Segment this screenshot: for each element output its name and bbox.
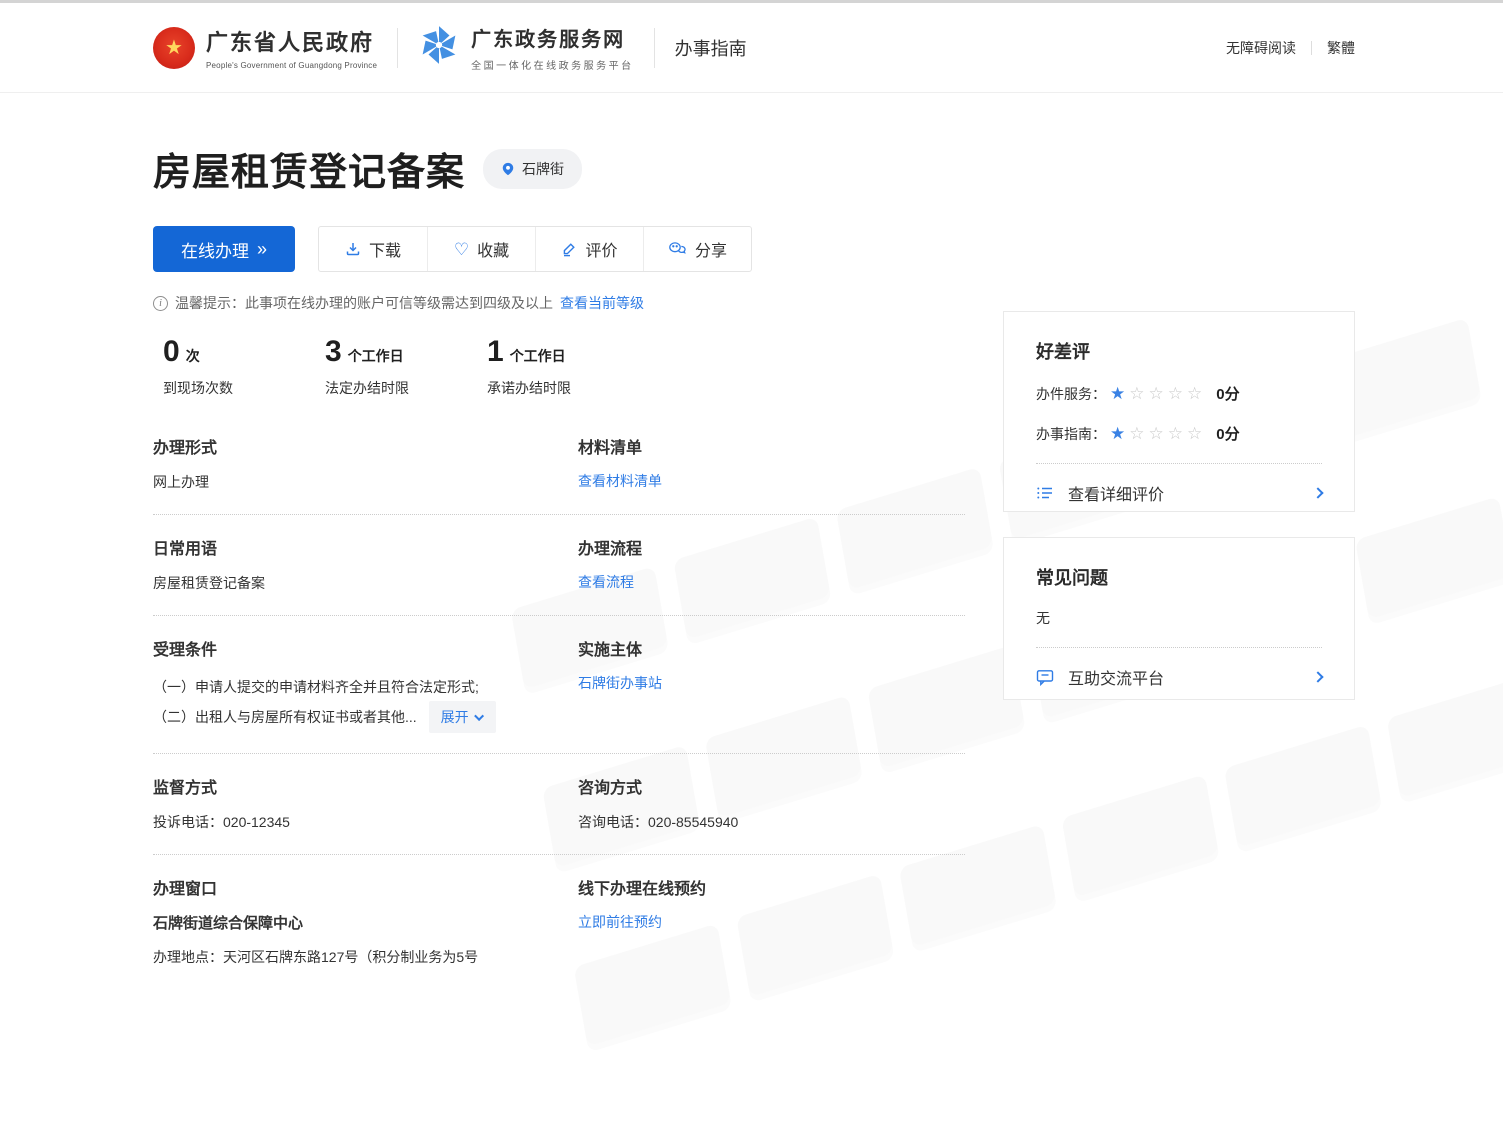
guide-rating-row: 办事指南： ★☆☆☆☆ 0分 [1036, 423, 1322, 444]
service-rating-row: 办件服务： ★☆☆☆☆ 0分 [1036, 383, 1322, 404]
star-icon[interactable]: ☆ [1129, 384, 1148, 403]
common-term-cell: 日常用语 房屋租赁登记备案 [153, 535, 578, 595]
header-divider [397, 28, 398, 68]
stat-promised-limit: 1 个工作日 承诺办结时限 [487, 335, 597, 398]
list-icon [1036, 485, 1054, 501]
view-current-level-link[interactable]: 查看当前等级 [560, 293, 644, 313]
sidebar: 好差评 办件服务： ★☆☆☆☆ 0分 办事指南： ★☆☆☆☆ 0分 查看详细评价 [1003, 311, 1355, 700]
heart-icon: ♡ [454, 241, 469, 258]
implementing-body-link[interactable]: 石牌街办事站 [578, 673, 662, 693]
implementing-body-cell: 实施主体 石牌街办事站 [578, 636, 965, 733]
traditional-chinese-link[interactable]: 繁體 [1327, 38, 1355, 58]
pinwheel-logo-icon [418, 24, 460, 71]
faq-card-title: 常见问题 [1036, 564, 1322, 590]
offline-reservation-cell: 线下办理在线预约 立即前往预约 [578, 875, 965, 969]
faq-text: 无 [1036, 608, 1322, 628]
portal-logo[interactable]: 广东政务服务网 全国一体化在线政务服务平台 [418, 23, 634, 72]
supervision-cell: 监督方式 投诉电话：020-12345 [153, 774, 578, 834]
share-button[interactable]: 分享 [643, 227, 751, 271]
chevron-right-icon [1312, 487, 1323, 498]
info-row: 办理窗口 石牌街道综合保障中心 办理地点：天河区石牌东路127号（积分制业务为5… [153, 855, 965, 989]
download-button[interactable]: 下载 [319, 227, 427, 271]
star-icon[interactable]: ★ [1110, 424, 1129, 443]
location-pin-icon [501, 161, 515, 177]
rating-score: 0分 [1216, 383, 1239, 404]
star-icon[interactable]: ☆ [1149, 384, 1168, 403]
national-emblem-icon: ★ [153, 27, 195, 69]
gov-name: 广东省人民政府 [206, 25, 377, 57]
info-row: 日常用语 房屋租赁登记备案 办理流程 查看流程 [153, 515, 965, 616]
consultation-cell: 咨询方式 咨询电话：020-85545940 [578, 774, 965, 834]
star-icon[interactable]: ☆ [1187, 424, 1206, 443]
info-row: 办理形式 网上办理 材料清单 查看材料清单 [153, 431, 965, 515]
page-title: 房屋租赁登记备案 [153, 141, 465, 196]
gov-subtitle: People's Government of Guangdong Provinc… [206, 61, 377, 70]
pencil-icon [561, 241, 577, 257]
double-arrow-icon: » [257, 239, 267, 260]
header-right-divider [1311, 41, 1312, 55]
rating-card: 好差评 办件服务： ★☆☆☆☆ 0分 办事指南： ★☆☆☆☆ 0分 查看详细评价 [1003, 311, 1355, 512]
star-icon[interactable]: ☆ [1168, 424, 1187, 443]
mutual-exchange-platform-link[interactable]: 互助交流平台 [1036, 647, 1322, 700]
accessibility-link[interactable]: 无障碍阅读 [1226, 38, 1296, 58]
stats-row: 0 次 到现场次数 3 个工作日 法定办结时限 1 个工作日 承诺办结时限 [153, 335, 965, 398]
stat-statutory-limit: 3 个工作日 法定办结时限 [325, 335, 435, 398]
info-icon: i [153, 296, 168, 311]
online-apply-button[interactable]: 在线办理 » [153, 226, 295, 272]
location-badge: 石牌街 [483, 149, 582, 189]
stat-visits: 0 次 到现场次数 [163, 335, 273, 398]
info-grid: 办理形式 网上办理 材料清单 查看材料清单 日常用语 房屋租赁登记备案 办理流程… [153, 431, 965, 989]
rating-card-title: 好差评 [1036, 338, 1322, 364]
star-icon[interactable]: ☆ [1168, 384, 1187, 403]
star-icon[interactable]: ☆ [1187, 384, 1206, 403]
chevron-down-icon [474, 711, 484, 721]
warm-tip: i 温馨提示： 此事项在线办理的账户可信等级需达到四级及以上 查看当前等级 [153, 293, 965, 313]
download-icon [345, 241, 361, 257]
complaint-phone: 投诉电话：020-12345 [153, 811, 578, 834]
star-icon[interactable]: ☆ [1149, 424, 1168, 443]
condition-line-2: （二）出租人与房屋所有权证书或者其他... [153, 703, 417, 731]
go-reserve-link[interactable]: 立即前往预约 [578, 912, 662, 932]
info-row: 监督方式 投诉电话：020-12345 咨询方式 咨询电话：020-855459… [153, 754, 965, 855]
consultation-phone: 咨询电话：020-85545940 [578, 811, 965, 834]
handling-form-cell: 办理形式 网上办理 [153, 434, 578, 494]
header: ★ 广东省人民政府 People's Government of Guangdo… [0, 3, 1503, 93]
expand-button[interactable]: 展开 [429, 701, 496, 733]
chat-icon [1036, 669, 1054, 686]
wechat-share-icon [668, 241, 687, 257]
chevron-right-icon [1312, 671, 1323, 682]
gov-logo[interactable]: ★ 广东省人民政府 People's Government of Guangdo… [153, 25, 377, 70]
star-icon[interactable]: ☆ [1129, 424, 1148, 443]
process-cell: 办理流程 查看流程 [578, 535, 965, 595]
view-detailed-reviews-link[interactable]: 查看详细评价 [1036, 463, 1322, 512]
header-divider [654, 28, 655, 68]
portal-subtitle: 全国一体化在线政务服务平台 [471, 57, 634, 72]
faq-card: 常见问题 无 互助交流平台 [1003, 537, 1355, 700]
view-material-list-link[interactable]: 查看材料清单 [578, 471, 662, 491]
acceptance-conditions-cell: 受理条件 （一）申请人提交的申请材料齐全并且符合法定形式; （二）出租人与房屋所… [153, 636, 578, 733]
rating-score: 0分 [1216, 423, 1239, 444]
tip-prefix: 温馨提示： [175, 293, 245, 313]
favorite-button[interactable]: ♡ 收藏 [427, 227, 535, 271]
action-button-group: 下载 ♡ 收藏 评价 [318, 226, 752, 272]
service-window-cell: 办理窗口 石牌街道综合保障中心 办理地点：天河区石牌东路127号（积分制业务为5… [153, 875, 578, 969]
portal-name: 广东政务服务网 [471, 23, 634, 52]
section-label: 办事指南 [675, 35, 747, 61]
rate-button[interactable]: 评价 [535, 227, 643, 271]
location-badge-label: 石牌街 [522, 159, 564, 179]
condition-line-1: （一）申请人提交的申请材料齐全并且符合法定形式; [153, 673, 578, 701]
star-rating: ★☆☆☆☆ [1110, 425, 1206, 442]
view-process-link[interactable]: 查看流程 [578, 572, 634, 592]
info-row: 受理条件 （一）申请人提交的申请材料齐全并且符合法定形式; （二）出租人与房屋所… [153, 616, 965, 754]
service-address: 办理地点：天河区石牌东路127号（积分制业务为5号 [153, 946, 578, 969]
tip-text: 此事项在线办理的账户可信等级需达到四级及以上 [245, 293, 553, 313]
service-center-name: 石牌街道综合保障中心 [153, 912, 578, 933]
material-list-cell: 材料清单 查看材料清单 [578, 434, 965, 494]
star-icon[interactable]: ★ [1110, 384, 1129, 403]
star-rating: ★☆☆☆☆ [1110, 385, 1206, 402]
